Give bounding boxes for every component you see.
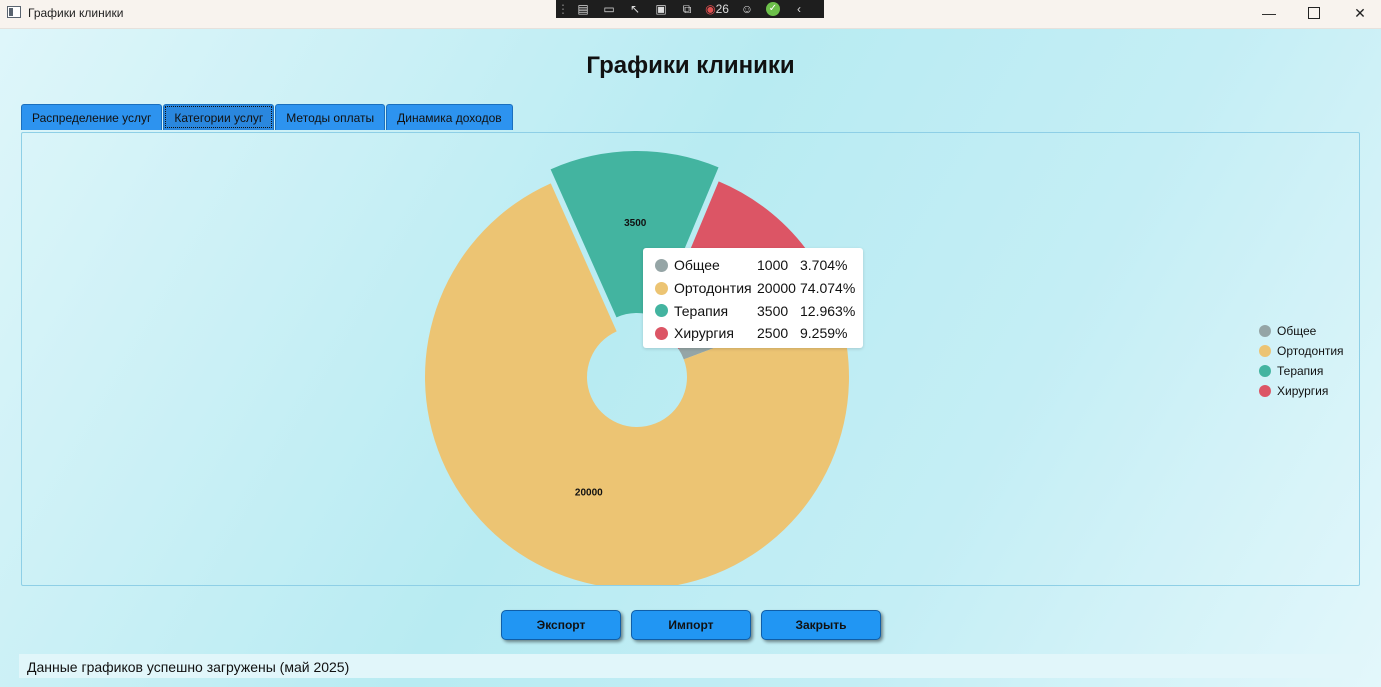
tooltip-row-general: Общее 1000 3.704% <box>655 254 863 277</box>
tooltip-name: Общее <box>674 257 720 274</box>
close-button[interactable]: Закрыть <box>761 610 881 640</box>
tab-service-distribution[interactable]: Распределение услуг <box>21 104 163 130</box>
tooltip-row-surgery: Хирургия 2500 9.259% <box>655 322 863 345</box>
tooltip-percent: 12.963% <box>800 302 856 319</box>
tooltip-row-therapy: Терапия 3500 12.963% <box>655 299 863 322</box>
legend-label: Хирургия <box>1277 384 1329 398</box>
tab-income-dynamics[interactable]: Динамика доходов <box>386 104 513 130</box>
display-layout-icon[interactable]: ▣ <box>648 0 674 18</box>
tab-payment-methods[interactable]: Методы оплаты <box>275 104 386 130</box>
debug-toolbar: ⋮ ▤ ▭ ↖ ▣ ⧉ ◉ 26 ☺ ✓ ‹ <box>556 0 824 18</box>
minimize-button[interactable]: — <box>1247 2 1291 24</box>
status-bar: Данные графиков успешно загружены (май 2… <box>19 654 1361 678</box>
data-label-orthodontics: 20000 <box>575 487 603 498</box>
track-focus-icon[interactable]: ⧉ <box>674 0 700 18</box>
data-label-therapy: 3500 <box>624 218 647 229</box>
legend-label: Терапия <box>1277 364 1324 378</box>
check-icon[interactable]: ✓ <box>760 0 786 18</box>
close-window-button[interactable]: ✕ <box>1338 2 1381 24</box>
legend-marker <box>1259 385 1271 397</box>
legend-label: Общее <box>1277 324 1317 338</box>
legend-item-orthodontics[interactable]: Ортодонтия <box>1259 341 1344 361</box>
tooltip-value: 3500 <box>757 302 789 319</box>
app-icon <box>7 6 21 18</box>
collapse-icon[interactable]: ‹ <box>786 0 812 18</box>
page-title: Графики клиники <box>586 52 795 79</box>
grip-icon[interactable]: ⋮ <box>556 0 570 18</box>
tooltip-percent: 9.259% <box>800 325 848 342</box>
tab-service-categories[interactable]: Категории услуг <box>163 104 275 130</box>
accessibility-icon[interactable]: ☺ <box>734 0 760 18</box>
legend-item-general[interactable]: Общее <box>1259 321 1344 341</box>
maximize-button[interactable] <box>1292 2 1336 24</box>
export-button[interactable]: Экспорт <box>501 610 621 640</box>
tooltip-marker <box>655 326 668 340</box>
tooltip-percent: 3.704% <box>800 257 848 274</box>
legend-marker <box>1259 345 1271 357</box>
legend-marker <box>1259 365 1271 377</box>
legend-marker <box>1259 325 1271 337</box>
window-title: Графики клиники <box>28 6 124 20</box>
chart-legend: Общее Ортодонтия Терапия Хирургия <box>1259 321 1344 401</box>
tooltip-marker <box>655 304 668 318</box>
tooltip-value: 1000 <box>757 257 789 274</box>
tooltip-value: 2500 <box>757 325 789 342</box>
chart-panel: 1000 20000 3500 2500 Общее Ортодонтия Терапия… <box>21 132 1360 586</box>
tooltip-name: Терапия <box>674 302 729 319</box>
import-button[interactable]: Импорт <box>631 610 751 640</box>
tooltip-name: Ортодонтия <box>674 280 752 297</box>
tooltip-marker <box>655 258 668 272</box>
live-tree-icon[interactable]: ▤ <box>570 0 596 18</box>
tooltip-percent: 74.074% <box>800 280 856 297</box>
tooltip-value: 20000 <box>757 280 796 297</box>
legend-item-surgery[interactable]: Хирургия <box>1259 381 1344 401</box>
video-icon[interactable]: ▭ <box>596 0 622 18</box>
legend-item-therapy[interactable]: Терапия <box>1259 361 1344 381</box>
select-element-icon[interactable]: ↖ <box>622 0 648 18</box>
tooltip-marker <box>655 281 668 295</box>
chart-tooltip: Общее 1000 3.704% Ортодонтия 20000 74.074% Тер… <box>643 248 863 348</box>
pie-chart: 1000 20000 3500 2500 <box>425 151 849 585</box>
window-titlebar: Графики клиники ⋮ ▤ ▭ ↖ ▣ ⧉ ◉ 26 ☺ ✓ ‹ — … <box>0 0 1381 29</box>
tooltip-row-orthodontics: Ортодонтия 20000 74.074% <box>655 277 863 300</box>
binding-errors-counter[interactable]: ◉ 26 <box>700 0 734 18</box>
legend-label: Ортодонтия <box>1277 344 1344 358</box>
tooltip-name: Хирургия <box>674 325 734 342</box>
chart-tabs: Распределение услуг Категории услуг Мето… <box>21 102 514 130</box>
